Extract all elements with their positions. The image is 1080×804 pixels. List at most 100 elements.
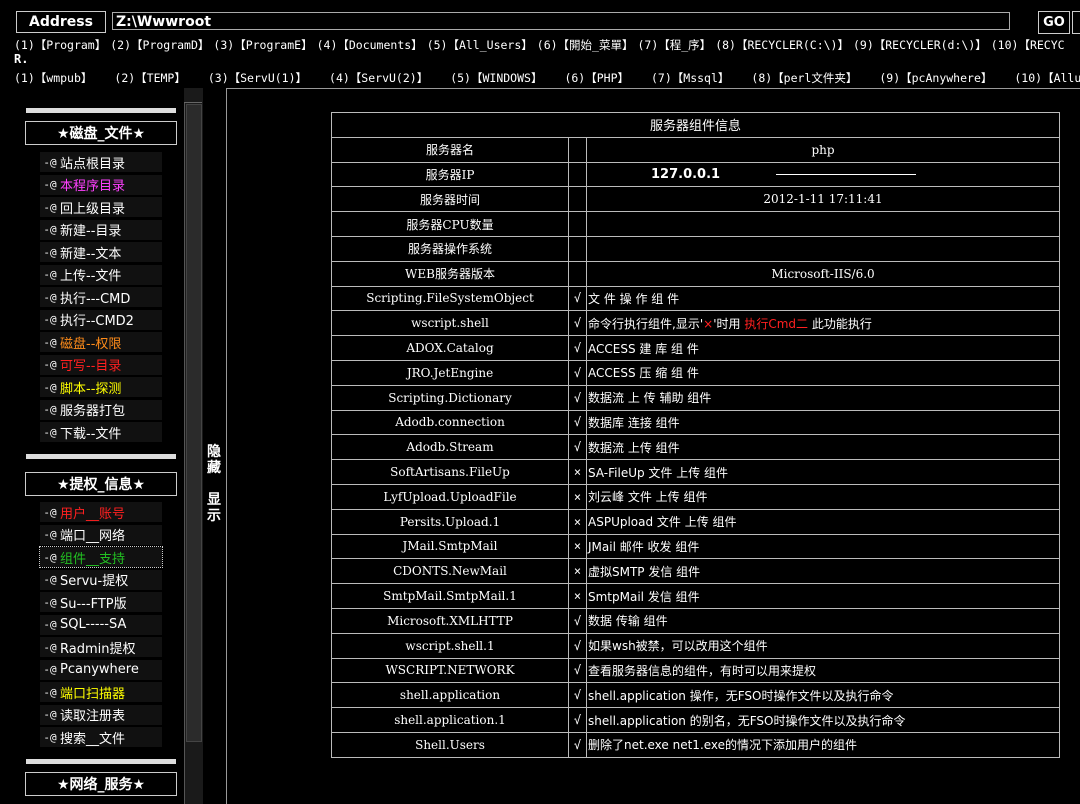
address-input[interactable]: Z:\Wwwroot — [112, 12, 1010, 30]
quick-link[interactable]: (9)【RECYCLER(d:\)】 — [853, 38, 987, 52]
quick-link[interactable]: (3)【ServU(1)】 — [208, 71, 307, 85]
quick-link[interactable]: (3)【ProgramE】 — [213, 38, 312, 52]
component-desc: shell.application 操作，无FSO时操作文件以及执行命令 — [586, 682, 1060, 709]
table-row: SmtpMail.SmtpMail.1 × SmtpMail 发信 组件 — [331, 583, 1060, 609]
mouse-icon: -@ — [43, 708, 57, 721]
sidebar-menu-item[interactable]: -@ 搜索__文件 — [40, 727, 162, 747]
row-label: 服务器操作系统 — [331, 235, 569, 262]
sidebar-menu-item[interactable]: -@ 本程序目录 — [40, 174, 162, 195]
sidebar-menu-item[interactable]: -@ 下载--文件 — [40, 422, 162, 442]
sidebar-menu-item[interactable]: -@ 端口__网络 — [40, 524, 162, 545]
quick-link[interactable]: (7)【Mssql】 — [651, 71, 729, 85]
component-name: Adodb.Stream — [331, 434, 569, 461]
support-mark: √ — [568, 384, 587, 411]
sidebar-menu-item[interactable]: -@ 组件__支持 — [39, 546, 163, 568]
sidebar-menu-item[interactable]: -@ Radmin提权 — [40, 637, 162, 657]
sidebar-menu-item[interactable]: -@ 服务器打包 — [40, 399, 162, 420]
row-value: Microsoft-IIS/6.0 — [586, 260, 1060, 287]
mouse-icon: -@ — [43, 200, 57, 214]
sidebar-menu-item[interactable]: -@ 上传--文件 — [40, 264, 162, 285]
server-ip-value: 127.0.0.1 — [586, 161, 1060, 188]
component-info-table: 服务器组件信息 服务器名 php 服务器IP 127.0.0.1 服务器时间 2012-1-… — [331, 112, 1060, 758]
component-name: CDONTS.NewMail — [331, 558, 569, 585]
support-mark: × — [568, 558, 587, 585]
component-name: ADOX.Catalog — [331, 335, 569, 361]
component-name: shell.application — [331, 682, 569, 709]
mouse-icon: -@ — [43, 178, 57, 191]
sidebar-menu-item[interactable]: -@ Su---FTP版 — [40, 592, 162, 612]
hide-toggle[interactable]: 隐藏 显示 — [206, 444, 222, 524]
sidebar-item-label: 可写--目录 — [60, 359, 122, 374]
go-button[interactable]: GO — [1038, 11, 1070, 34]
row-label: 服务器时间 — [331, 186, 569, 213]
component-desc: 数据流 上 传 辅助 组件 — [586, 384, 1060, 411]
quick-link[interactable]: (1)【wmpub】 — [14, 71, 92, 85]
row-label: 服务器IP — [331, 161, 569, 188]
support-mark: × — [568, 533, 587, 560]
sidebar-menu-item[interactable]: -@ 可写--目录 — [40, 354, 162, 375]
component-name: Scripting.FileSystemObject — [331, 285, 569, 312]
mouse-icon: -@ — [43, 618, 57, 631]
sidebar-menu-item[interactable]: -@ 站点根目录 — [40, 152, 162, 172]
sidebar-menu-item[interactable]: -@ SQL-----SA — [40, 614, 162, 635]
address-label: Address — [16, 11, 106, 33]
component-desc: ACCESS 压 缩 组 件 — [586, 359, 1060, 386]
sidebar-menu-item[interactable]: -@ 执行--CMD2 — [40, 309, 162, 330]
extra-button[interactable] — [1072, 11, 1080, 34]
sidebar-item-label: SQL-----SA — [60, 617, 127, 632]
divider — [26, 108, 176, 113]
component-desc: SmtpMail 发信 组件 — [586, 583, 1060, 609]
sidebar-menu-item[interactable]: -@ 用户__账号 — [40, 502, 162, 522]
sidebar-item-label: 新建--文本 — [60, 246, 122, 262]
sidebar-menu-item[interactable]: -@ Servu-提权 — [40, 569, 162, 590]
table-row: wscript.shell.1 √ 如果wsh被禁，可以改用这个组件 — [331, 632, 1060, 659]
sidebar-menu-item[interactable]: -@ 端口扫描器 — [40, 682, 162, 702]
quick-link[interactable]: (4)【ServU(2)】 — [329, 71, 428, 85]
scrollbar-thumb[interactable] — [186, 104, 202, 742]
sidebar-menu-item[interactable]: -@ 新建--目录 — [40, 219, 162, 240]
quick-link[interactable]: (7)【程_序】 — [637, 38, 711, 52]
quick-link[interactable]: (8)【perl文件夹】 — [751, 71, 857, 85]
component-desc: ASPUpload 文件 上传 组件 — [586, 508, 1060, 535]
support-mark: × — [568, 583, 587, 609]
quick-link[interactable]: (10)【RECYC — [991, 38, 1065, 52]
sidebar-menu-item[interactable]: -@ 读取注册表 — [40, 704, 162, 725]
sidebar-item-label: 搜索__文件 — [60, 731, 126, 747]
sidebar-item-label: 站点根目录 — [60, 156, 126, 172]
sidebar-item-label: 回上级目录 — [60, 201, 126, 217]
component-desc: 删除了net.exe net1.exe的情况下添加用户的组件 — [586, 731, 1060, 758]
support-mark: √ — [568, 707, 587, 733]
quick-link[interactable]: (6)【PHP】 — [564, 71, 629, 85]
sidebar-menu-item[interactable]: -@ 新建--文本 — [40, 242, 162, 262]
exec-cmd2-link[interactable]: 执行Cmd二 — [744, 317, 808, 331]
quick-link[interactable]: (1)【Program】 — [14, 38, 106, 52]
sidebar-menu-item[interactable]: -@ 回上级目录 — [40, 197, 162, 217]
sidebar-menu-item[interactable]: -@ 执行---CMD — [40, 287, 162, 307]
quick-link[interactable]: (10)【Allusers】 — [1014, 71, 1080, 85]
quick-link[interactable]: (2)【ProgramD】 — [110, 38, 209, 52]
component-name: JMail.SmtpMail — [331, 533, 569, 560]
quick-link[interactable]: (9)【pcAnywhere】 — [879, 71, 992, 85]
quick-link[interactable]: (8)【RECYCLER(C:\)】 — [715, 38, 849, 52]
quick-link[interactable]: (5)【All_Users】 — [427, 38, 533, 52]
row-value: 2012-1-11 17:11:41 — [586, 186, 1060, 213]
quick-links-row-2: (1)【wmpub】 (2)【TEMP】 (3)【ServU(1)】 (4)【Serv… — [14, 70, 1080, 86]
sidebar-menu-item[interactable]: -@ 磁盘--权限 — [40, 332, 162, 352]
component-name: wscript.shell — [331, 310, 569, 337]
mouse-icon: -@ — [43, 380, 57, 394]
sidebar-item-label: Pcanywhere — [60, 662, 139, 677]
scroll-up-arrow[interactable] — [184, 88, 202, 103]
sidebar-item-label: Servu-提权 — [60, 574, 129, 589]
quick-link[interactable]: (4)【Documents】 — [317, 38, 423, 52]
sidebar-menu-item[interactable]: -@ Pcanywhere — [40, 659, 162, 680]
quick-link[interactable]: (5)【WINDOWS】 — [450, 71, 542, 85]
table-row: shell.application.1 √ shell.application 的别… — [331, 707, 1060, 733]
sidebar-menu-item[interactable]: -@ 脚本--探测 — [40, 377, 162, 397]
row-value: php — [586, 136, 1060, 163]
quick-link[interactable]: (6)【開始_菜單】 — [537, 38, 634, 52]
sidebar-item-label: 执行--CMD2 — [60, 314, 134, 329]
table-title: 服务器组件信息 — [331, 112, 1060, 138]
table-row: 服务器IP 127.0.0.1 — [331, 161, 1060, 188]
component-desc: 数据流 上传 组件 — [586, 434, 1060, 461]
quick-link[interactable]: (2)【TEMP】 — [114, 71, 185, 85]
